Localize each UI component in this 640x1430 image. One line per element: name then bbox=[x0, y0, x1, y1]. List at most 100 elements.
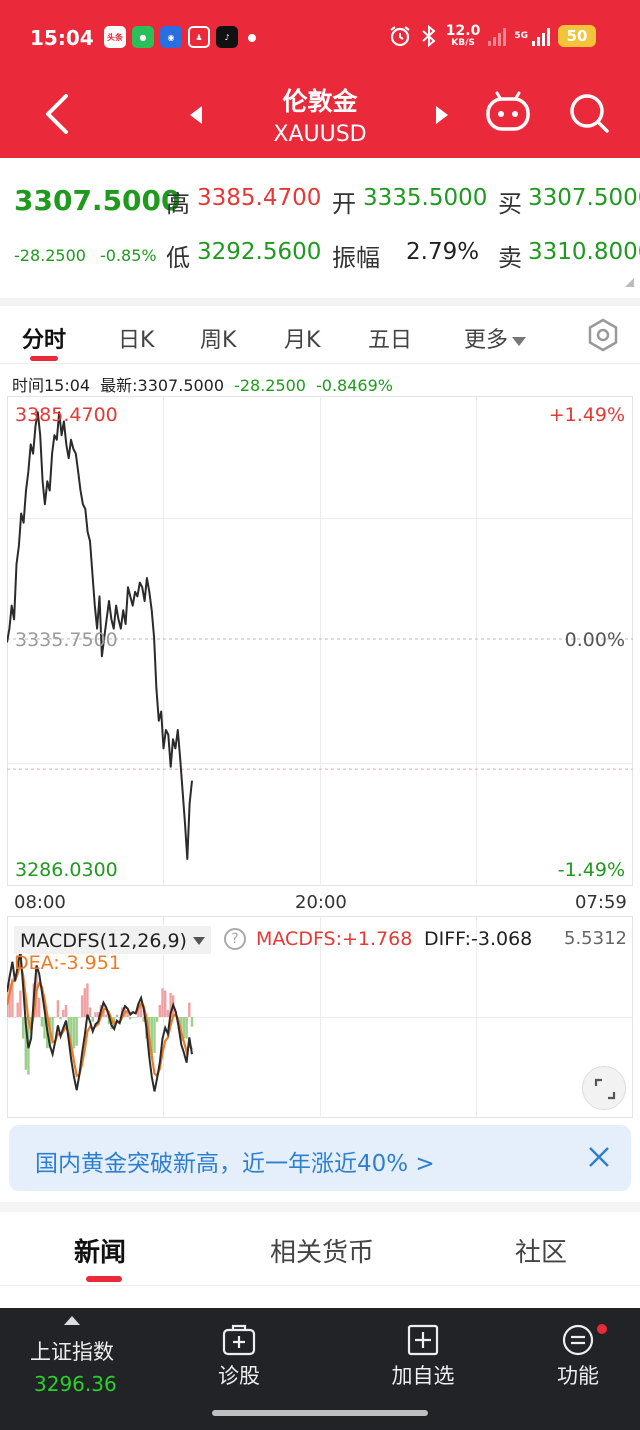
tab-more-label: 更多 bbox=[464, 328, 509, 353]
macd-label: MACDFS(12,26,9) bbox=[20, 930, 187, 952]
expand-corner-icon[interactable] bbox=[625, 278, 634, 287]
high-value: 3385.4700 bbox=[197, 185, 322, 211]
help-icon[interactable]: ? bbox=[224, 928, 246, 950]
tab-more[interactable]: 更多 bbox=[464, 322, 527, 354]
open-value: 3335.5000 bbox=[363, 185, 488, 211]
macd-bar bbox=[83, 988, 86, 1017]
search-icon[interactable] bbox=[568, 92, 610, 134]
app-screen: 15:04 头条 ● ◉ ♟ ♪ 12.0 KB/S 5G 50 伦敦金 XAU… bbox=[0, 0, 640, 1430]
macdfs-value: MACDFS:+1.768 bbox=[256, 928, 413, 950]
functions-label: 功能 bbox=[557, 1364, 599, 1388]
tab-intraday[interactable]: 分时 bbox=[22, 322, 66, 354]
tab-indicator bbox=[86, 1276, 122, 1282]
bird-app-icon: ◉ bbox=[160, 26, 182, 48]
macd-bar bbox=[188, 1002, 191, 1017]
macd-bar bbox=[13, 1017, 17, 1018]
news-banner[interactable]: 国内黄金突破新高，近一年涨近40% > bbox=[9, 1125, 631, 1191]
macd-bar bbox=[115, 1014, 119, 1017]
macd-bar bbox=[78, 1017, 81, 1018]
close-icon[interactable] bbox=[587, 1145, 611, 1169]
macd-bar bbox=[38, 997, 41, 1017]
intraday-price-chart[interactable]: 3385.4700 3335.7500 3286.0300 +1.49% 0.0… bbox=[7, 396, 633, 886]
sell-value: 3310.8000 bbox=[528, 239, 640, 265]
macd-bar bbox=[40, 1017, 44, 1027]
cursor-time: 时间15:04 bbox=[12, 376, 91, 395]
fullscreen-button[interactable] bbox=[582, 1066, 626, 1110]
sell-label: 卖 bbox=[498, 244, 522, 272]
macd-bar bbox=[166, 1009, 170, 1017]
tab-weekly-k[interactable]: 周K bbox=[200, 322, 236, 354]
price-change-percent: -0.85% bbox=[100, 246, 157, 265]
latest-price: 最新:3307.5000 bbox=[100, 376, 225, 395]
macd-bar bbox=[161, 988, 164, 1017]
status-right: 12.0 KB/S 5G 50 bbox=[388, 24, 596, 48]
divider bbox=[0, 298, 640, 306]
divider bbox=[0, 1202, 640, 1212]
bluetooth-icon bbox=[422, 24, 436, 48]
index-value: 3296.36 bbox=[34, 1372, 117, 1396]
macd-bar bbox=[185, 1017, 188, 1039]
macd-bar bbox=[80, 995, 84, 1017]
y-label-bottom-left: 3286.0300 bbox=[15, 859, 118, 881]
nav-bar: 伦敦金 XAUUSD bbox=[0, 78, 640, 158]
diff-value: DIFF:-3.068 bbox=[424, 928, 533, 950]
index-name[interactable]: 上证指数 bbox=[30, 1336, 114, 1366]
signal-1-icon bbox=[488, 26, 507, 46]
macd-bar bbox=[56, 1000, 60, 1017]
tab-related-currencies[interactable]: 相关货币 bbox=[270, 1232, 374, 1269]
alarm-icon bbox=[390, 26, 410, 47]
macd-bar bbox=[155, 1017, 159, 1022]
next-symbol-icon[interactable] bbox=[432, 104, 452, 126]
macd-bar bbox=[129, 1017, 132, 1020]
tab-monthly-k[interactable]: 月K bbox=[284, 322, 320, 354]
add-watchlist-button[interactable]: 加自选 bbox=[378, 1324, 468, 1390]
previous-symbol-icon[interactable] bbox=[186, 104, 206, 126]
back-arrow-icon[interactable] bbox=[40, 92, 76, 136]
macd-bar bbox=[158, 1005, 161, 1017]
chart-info-row: 时间15:04 最新:3307.5000 -28.2500 -0.8469% bbox=[12, 372, 403, 396]
open-label: 开 bbox=[332, 190, 356, 218]
macd-bar bbox=[190, 1017, 194, 1027]
period-tabs: 分时 日K 周K 月K 五日 更多 bbox=[0, 306, 640, 364]
notification-dot bbox=[597, 1324, 607, 1334]
macd-indicator-selector[interactable]: MACDFS(12,26,9) bbox=[14, 926, 211, 954]
tab-daily-k[interactable]: 日K bbox=[118, 322, 154, 354]
status-bar: 15:04 头条 ● ◉ ♟ ♪ 12.0 KB/S 5G 50 bbox=[0, 0, 640, 78]
macd-bar bbox=[86, 983, 89, 1017]
y-label-top-right: +1.49% bbox=[549, 404, 625, 426]
tab-community[interactable]: 社区 bbox=[515, 1232, 567, 1269]
qq-icon: ♟ bbox=[188, 26, 210, 48]
chart-change: -28.2500 bbox=[234, 376, 306, 395]
diagnose-label: 诊股 bbox=[218, 1364, 260, 1388]
macd-bar bbox=[134, 1017, 137, 1018]
diagnose-button[interactable]: 诊股 bbox=[194, 1324, 284, 1390]
buy-value: 3307.5000 bbox=[528, 185, 640, 211]
home-indicator bbox=[212, 1410, 428, 1416]
macd-bar bbox=[164, 990, 167, 1017]
content-tabs: 新闻 相关货币 社区 bbox=[0, 1212, 640, 1286]
diagnose-icon bbox=[222, 1324, 256, 1356]
macd-bar bbox=[75, 1017, 78, 1046]
tab-indicator bbox=[30, 356, 58, 361]
macd-bar bbox=[16, 1002, 19, 1017]
macd-bar bbox=[88, 1007, 92, 1017]
macd-bar bbox=[91, 1017, 94, 1022]
tiktok-icon: ♪ bbox=[216, 26, 238, 48]
banner-text[interactable]: 国内黄金突破新高，近一年涨近40% > bbox=[35, 1144, 435, 1178]
bottom-toolbar: 上证指数 3296.36 诊股 加自选 功能 bbox=[0, 1308, 640, 1430]
net-speed: 12.0 KB/S bbox=[445, 23, 481, 48]
settings-icon[interactable] bbox=[586, 318, 620, 352]
price-change: -28.2500 bbox=[14, 246, 86, 265]
macd-bar bbox=[131, 1017, 135, 1018]
macd-bar bbox=[59, 1017, 62, 1020]
network-type: 5G bbox=[514, 31, 528, 41]
message-icon: ● bbox=[132, 26, 154, 48]
amplitude-label: 振幅 bbox=[332, 244, 380, 272]
expand-up-icon[interactable] bbox=[64, 1316, 80, 1325]
macd-bar bbox=[105, 1014, 108, 1017]
tab-news[interactable]: 新闻 bbox=[74, 1232, 126, 1269]
dropdown-arrow-icon bbox=[192, 937, 205, 945]
functions-button[interactable]: 功能 bbox=[533, 1324, 623, 1390]
ai-assistant-icon[interactable] bbox=[484, 90, 532, 134]
tab-five-day[interactable]: 五日 bbox=[368, 322, 412, 354]
